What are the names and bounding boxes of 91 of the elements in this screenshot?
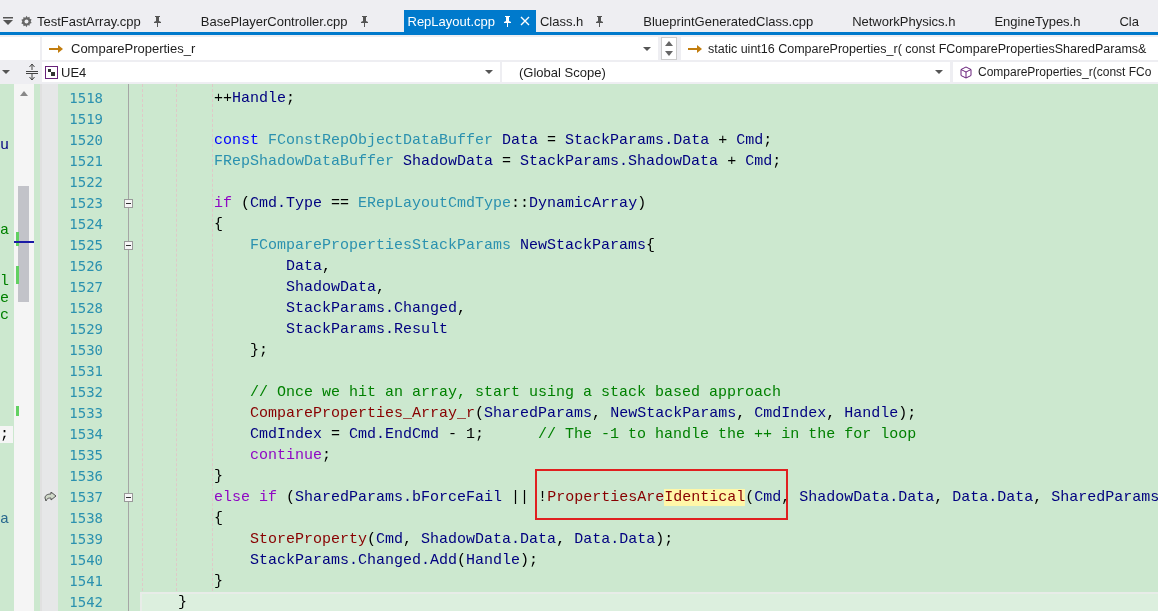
line-number: 1537 (69, 489, 103, 505)
line-number: 1534 (69, 426, 103, 442)
code-line: { (213, 216, 223, 233)
code-line: { (213, 510, 223, 527)
line-number: 1522 (69, 174, 103, 190)
line-number: 1542 (69, 594, 103, 610)
project-icon (45, 65, 58, 79)
line-number: 1538 (69, 510, 103, 526)
code-fragment: l (0, 273, 9, 290)
pin-icon[interactable] (502, 15, 512, 27)
file-tab[interactable]: RepLayout.cpp (403, 10, 536, 32)
close-icon[interactable] (519, 16, 530, 26)
scope-dropdown[interactable]: (Global Scope) (502, 62, 950, 82)
code-line: if (Cmd.Type == ERepLayoutCmdType::DynamicArray) (213, 195, 647, 212)
code-line: StackParams.Changed, (285, 300, 467, 317)
code-fragment: c (0, 307, 9, 324)
code-line: else if (SharedParams.bForceFail || !PropertiesAreIdentical(Cmd, ShadowData.Data, Data.Data, SharedParams (213, 489, 1158, 506)
line-number: 1519 (69, 111, 103, 127)
caret-icon (485, 70, 493, 74)
code-line: ++Handle; (213, 90, 296, 107)
pin-icon[interactable] (595, 15, 605, 27)
code-line: } (177, 594, 187, 611)
code-line: StackParams.Changed.Add(Handle); (249, 552, 539, 569)
line-number: 1524 (69, 216, 103, 232)
file-tab[interactable]: BlueprintGeneratedClass.cpp (639, 10, 820, 32)
member-dropdown[interactable]: CompareProperties_r (42, 37, 658, 60)
line-number: 1520 (69, 132, 103, 148)
file-tab[interactable]: TestFastArray.cpp (33, 10, 168, 32)
line-number: 1529 (69, 321, 103, 337)
line-number: 1526 (69, 258, 103, 274)
spin-control[interactable] (661, 37, 677, 60)
split-icon[interactable] (26, 64, 38, 80)
code-fragment: u (0, 137, 9, 154)
file-tab[interactable]: NetworkPhysics.h (848, 10, 962, 32)
settings-icon[interactable] (20, 14, 33, 28)
line-number: 1530 (69, 342, 103, 358)
code-fragment: a (0, 511, 9, 528)
return-arrow-icon (43, 492, 57, 503)
line-number: 1533 (69, 405, 103, 421)
line-number: 1525 (69, 237, 103, 253)
pin-icon[interactable] (152, 15, 162, 27)
code-line: } (213, 573, 223, 590)
code-line: // Once we hit an array, start using a stack based approach (249, 384, 782, 401)
arrow-icon (688, 43, 702, 54)
cube-icon (960, 65, 972, 79)
code-line: StoreProperty(Cmd, ShadowData.Data, Data.Data); (249, 531, 674, 548)
code-line: }; (249, 342, 269, 359)
code-line: CompareProperties_Array_r(SharedParams, NewStackParams, CmdIndex, Handle); (249, 405, 917, 422)
caret-icon (935, 70, 943, 74)
code-line: const FConstRepObjectDataBuffer Data = StackParams.Data + Cmd; (213, 132, 773, 149)
line-number: 1527 (69, 279, 103, 295)
line-number: 1531 (69, 363, 103, 379)
code-line: Data, (285, 258, 332, 275)
collapse-icon[interactable] (124, 493, 133, 502)
caret-icon[interactable] (2, 70, 10, 74)
line-number: 1521 (69, 153, 103, 169)
code-fragment: e (0, 290, 9, 307)
code-line: FRepShadowDataBuffer ShadowData = StackParams.ShadowData + Cmd; (213, 153, 782, 170)
scrollbar[interactable] (14, 84, 34, 611)
pin-icon[interactable] (359, 15, 369, 27)
line-number: 1532 (69, 384, 103, 400)
line-number: 1536 (69, 468, 103, 484)
line-number: 1523 (69, 195, 103, 211)
line-number: 1541 (69, 573, 103, 589)
file-tab[interactable]: BasePlayerController.cpp (196, 10, 375, 32)
code-line: continue; (249, 447, 332, 464)
project-dropdown[interactable]: UE4 (42, 62, 500, 82)
code-line: StackParams.Result (285, 321, 449, 338)
line-number: 1535 (69, 447, 103, 463)
up-icon[interactable] (665, 40, 673, 46)
file-tab[interactable]: Cla (1115, 10, 1145, 32)
code-line: CmdIndex = Cmd.EndCmd - 1; // The -1 to handle the ++ in the for loop (249, 426, 917, 443)
file-tab[interactable]: EngineTypes.h (990, 10, 1087, 32)
function-dropdown[interactable]: CompareProperties_r(const FCo (953, 62, 1158, 82)
dropdown-icon[interactable] (3, 17, 13, 25)
line-number: 1540 (69, 552, 103, 568)
code-line: } (213, 468, 223, 485)
collapse-icon[interactable] (124, 199, 133, 208)
collapse-icon[interactable] (124, 241, 133, 250)
signature-field[interactable]: static uint16 CompareProperties_r( const FComparePropertiesSharedParams& (681, 37, 1158, 60)
code-line: ShadowData, (285, 279, 386, 296)
caret-icon (643, 46, 651, 51)
line-number: 1518 (69, 90, 103, 106)
arrow-icon (49, 43, 63, 54)
code-fragment: a (0, 222, 9, 239)
line-number: 1539 (69, 531, 103, 547)
code-line: FComparePropertiesStackParams NewStackParams{ (249, 237, 656, 254)
file-tab[interactable]: Class.h (535, 10, 611, 32)
code-fragment: ; (0, 426, 9, 443)
down-icon[interactable] (665, 51, 673, 57)
line-number: 1528 (69, 300, 103, 316)
